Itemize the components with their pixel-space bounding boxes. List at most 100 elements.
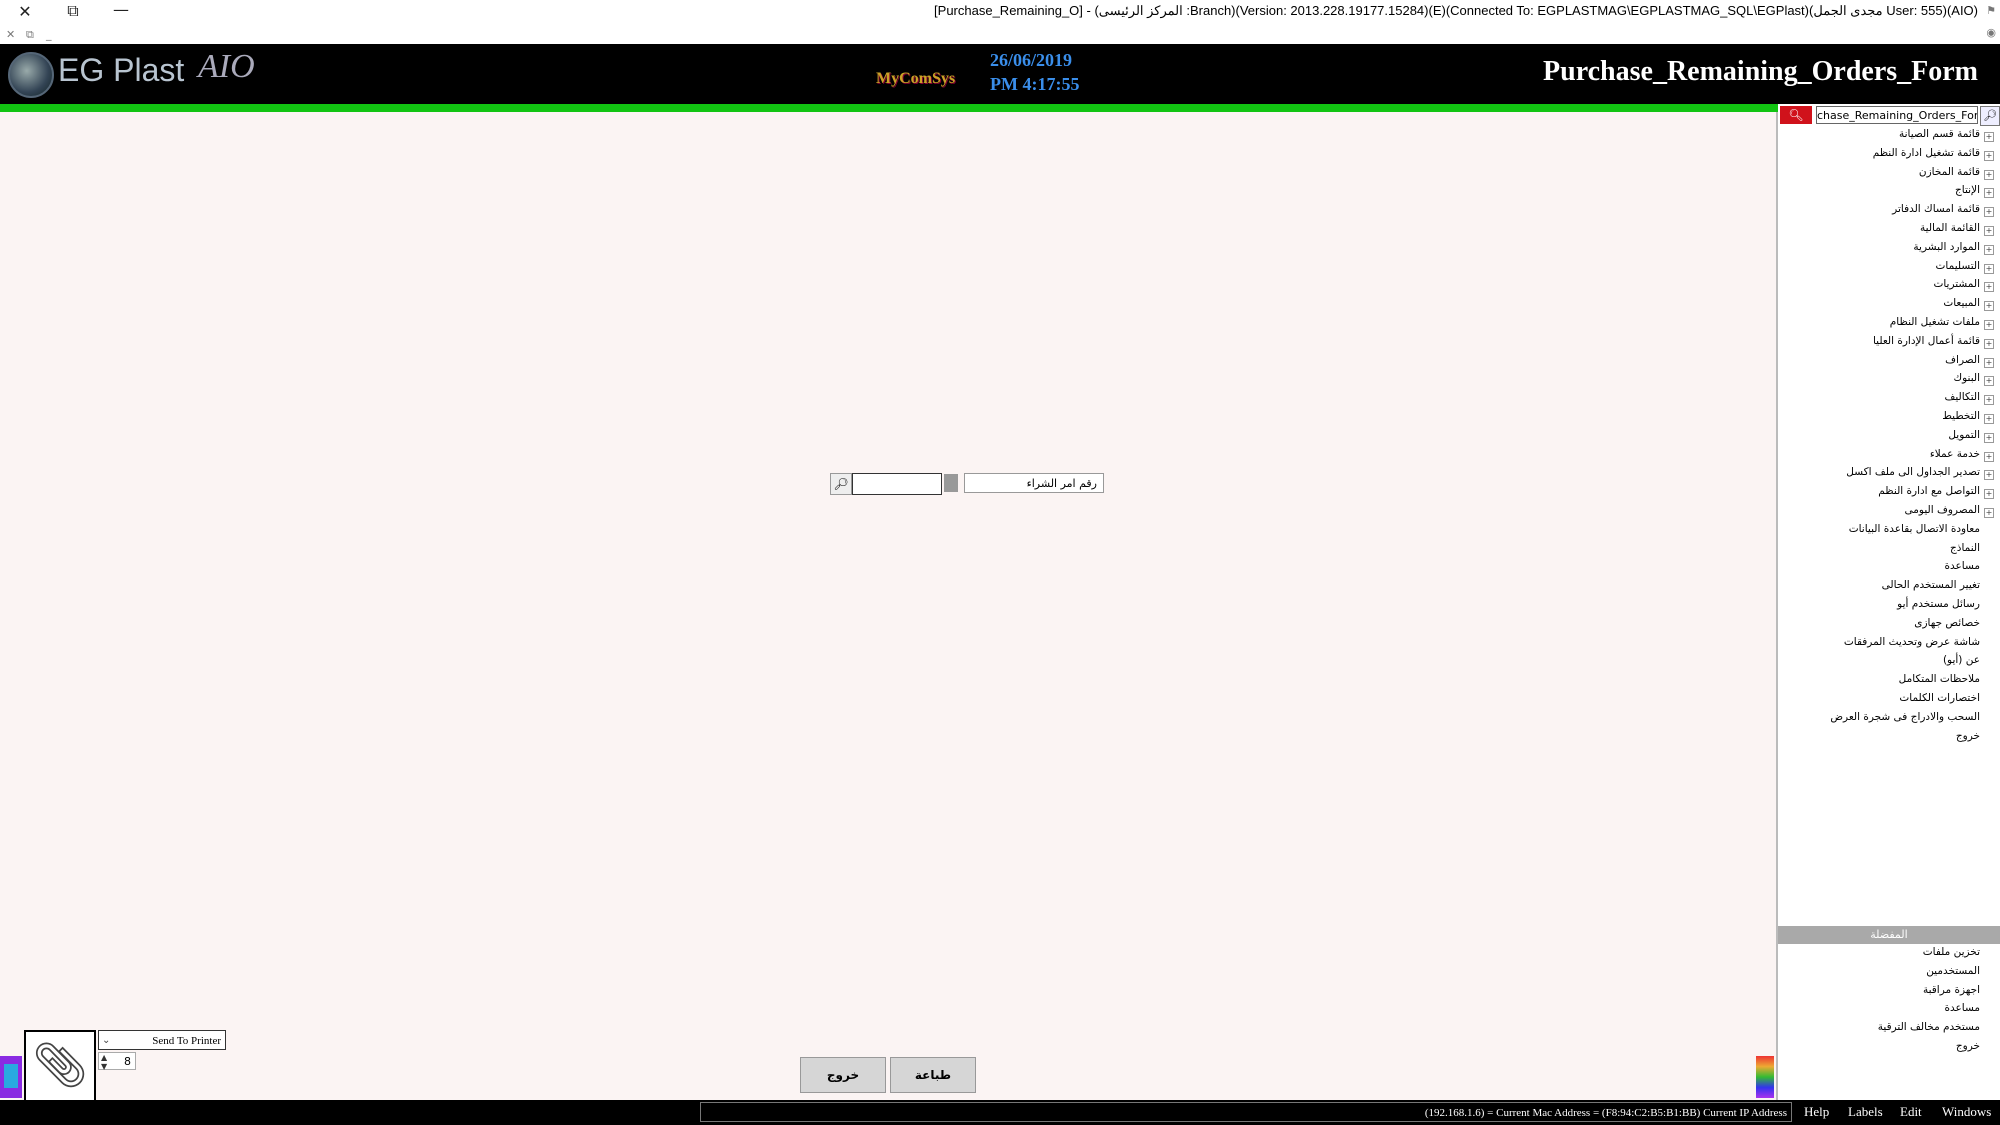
expand-icon[interactable]: + bbox=[1984, 395, 1994, 406]
expand-icon[interactable]: + bbox=[1984, 470, 1994, 481]
tree-item[interactable]: تغيير المستخدم الحالى bbox=[1782, 579, 1996, 598]
tree-item-label: اختصارات الكلمات bbox=[1899, 691, 1980, 704]
tree-item[interactable]: المشتريات + bbox=[1782, 278, 1996, 297]
favorite-item[interactable]: اجهزة مراقبة bbox=[1782, 984, 1996, 1003]
tree-item-label: التواصل مع ادارة النظم bbox=[1878, 485, 1980, 498]
expand-icon[interactable]: + bbox=[1984, 489, 1994, 500]
expand-icon[interactable]: + bbox=[1984, 244, 1994, 255]
favorite-item[interactable]: المستخدمين bbox=[1782, 965, 1996, 984]
menu-help[interactable]: Help bbox=[1804, 1104, 1829, 1120]
inner-restore-icon[interactable]: ⧉ bbox=[26, 28, 34, 42]
expand-icon[interactable]: + bbox=[1984, 507, 1994, 518]
tree-item[interactable]: رسائل مستخدم أيو bbox=[1782, 598, 1996, 617]
tree-item[interactable]: ملاحظات المتكامل bbox=[1782, 673, 1996, 692]
menu-edit[interactable]: Edit bbox=[1900, 1104, 1922, 1120]
progress-bar bbox=[0, 104, 1778, 112]
tree-item[interactable]: النماذج bbox=[1782, 542, 1996, 561]
favorite-item[interactable]: تخزين ملفات bbox=[1782, 946, 1996, 965]
expand-icon[interactable]: + bbox=[1984, 225, 1994, 236]
tree-item[interactable]: قائمة تشغيل ادارة النظم + bbox=[1782, 147, 1996, 166]
expand-icon[interactable]: + bbox=[1984, 338, 1994, 349]
expand-icon[interactable]: + bbox=[1984, 188, 1994, 199]
tree-item[interactable]: خدمة عملاء + bbox=[1782, 448, 1996, 467]
window-titlebar: ✕ ⧉ — ✕ ⧉ _ [Purchase_Remaining_O] - (ال… bbox=[0, 0, 2000, 44]
tree-item-label: رسائل مستخدم أيو bbox=[1897, 597, 1980, 610]
tree-item[interactable]: القائمة المالية + bbox=[1782, 222, 1996, 241]
search-go-icon[interactable]: 🔎︎ bbox=[1980, 106, 2000, 126]
restore-icon[interactable]: ⧉ bbox=[62, 1, 84, 21]
expand-icon[interactable]: + bbox=[1984, 319, 1994, 330]
expand-icon[interactable]: + bbox=[1984, 432, 1994, 443]
tree-item-label: ملفات تشغيل النظام bbox=[1889, 315, 1980, 328]
tree-item[interactable]: خصائص جهازى bbox=[1782, 617, 1996, 636]
attachment-button[interactable]: 📎︎ bbox=[24, 1030, 96, 1102]
network-info: (192.168.1.6) = Current Mac Address = (F… bbox=[700, 1102, 1792, 1122]
expand-icon[interactable]: + bbox=[1984, 413, 1994, 424]
search-icon[interactable]: 🔎︎ bbox=[830, 473, 852, 495]
print-button[interactable]: طباعة bbox=[890, 1057, 976, 1093]
tree-item-label: عن (أيو) bbox=[1942, 654, 1980, 667]
tree-item[interactable]: التكاليف + bbox=[1782, 391, 1996, 410]
expand-icon[interactable]: + bbox=[1984, 263, 1994, 274]
tree-item[interactable]: التواصل مع ادارة النظم + bbox=[1782, 485, 1996, 504]
menu-labels[interactable]: Labels bbox=[1848, 1104, 1883, 1120]
tree-item[interactable]: تصدير الجداول الى ملف اكسل + bbox=[1782, 466, 1996, 485]
favorite-item[interactable]: مستخدم مخالف الترقية bbox=[1782, 1021, 1996, 1040]
tree-item[interactable]: مساعدة bbox=[1782, 560, 1996, 579]
tree-item[interactable]: شاشة عرض وتحديث المرفقات bbox=[1782, 636, 1996, 655]
expand-icon[interactable]: + bbox=[1984, 207, 1994, 218]
expand-icon[interactable]: + bbox=[1984, 376, 1994, 387]
logo-icon bbox=[8, 52, 54, 98]
tree-item[interactable]: الإنتاج + bbox=[1782, 184, 1996, 203]
minimize-icon[interactable]: — bbox=[110, 0, 132, 19]
brand-logo: MyComSys bbox=[876, 70, 956, 87]
tree-item[interactable]: قائمة المخازن + bbox=[1782, 166, 1996, 185]
app-taskbar-icon[interactable] bbox=[0, 1056, 22, 1098]
sidebar: 🔍︎ chase_Remaining_Orders_Form 🔎︎ قائمة … bbox=[1778, 104, 2000, 1100]
expand-icon[interactable]: + bbox=[1984, 132, 1994, 142]
expand-icon[interactable]: + bbox=[1984, 451, 1994, 462]
tree-item-label: قائمة أعمال الإدارة العليا bbox=[1872, 334, 1980, 347]
tree-item[interactable]: قائمة امساك الدفاتر + bbox=[1782, 203, 1996, 222]
purchase-order-input[interactable] bbox=[852, 473, 942, 495]
copies-stepper[interactable]: ▲ ▼ 8 bbox=[98, 1052, 136, 1071]
tree-item[interactable]: خروج bbox=[1782, 730, 1996, 749]
search-button[interactable]: 🔍︎ bbox=[1780, 106, 1812, 124]
expand-icon[interactable]: + bbox=[1984, 282, 1994, 293]
exit-button[interactable]: خروج bbox=[800, 1057, 886, 1093]
expand-icon[interactable]: + bbox=[1984, 357, 1994, 368]
print-target-select[interactable]: ⌄ Send To Printer bbox=[98, 1030, 226, 1050]
expand-icon[interactable]: + bbox=[1984, 301, 1994, 312]
tree-item[interactable]: التخطيط + bbox=[1782, 410, 1996, 429]
app-small-icon: ◉ bbox=[1986, 26, 1996, 39]
spinner-icon[interactable]: ▲ ▼ bbox=[101, 1053, 107, 1071]
tree-item[interactable]: المصروف اليومى + bbox=[1782, 504, 1996, 523]
tree-item[interactable]: قائمة أعمال الإدارة العليا + bbox=[1782, 335, 1996, 354]
paperclip-icon: 📎︎ bbox=[32, 1040, 88, 1091]
tree-item[interactable]: معاودة الاتصال بقاعدة البيانات bbox=[1782, 523, 1996, 542]
tree-item[interactable]: اختصارات الكلمات bbox=[1782, 692, 1996, 711]
tree-item[interactable]: البنوك + bbox=[1782, 372, 1996, 391]
tree-item[interactable]: الموارد البشرية + bbox=[1782, 241, 1996, 260]
tree-item[interactable]: ملفات تشغيل النظام + bbox=[1782, 316, 1996, 335]
tree-item[interactable]: الصراف + bbox=[1782, 354, 1996, 373]
inner-close-icon[interactable]: ✕ bbox=[6, 28, 15, 41]
menu-windows[interactable]: Windows bbox=[1942, 1104, 1991, 1120]
tree-item[interactable]: قائمة قسم الصيانة + bbox=[1782, 128, 1996, 147]
sidebar-search-input[interactable]: chase_Remaining_Orders_Form bbox=[1816, 106, 1978, 124]
tree-item[interactable]: عن (أيو) bbox=[1782, 654, 1996, 673]
colors-icon[interactable] bbox=[1756, 1056, 1774, 1098]
expand-icon[interactable]: + bbox=[1984, 150, 1994, 161]
tree-item-label: الصراف bbox=[1945, 353, 1980, 366]
favorite-item[interactable]: مساعدة bbox=[1782, 1002, 1996, 1021]
tree-item[interactable]: التمويل + bbox=[1782, 429, 1996, 448]
lookup-button[interactable] bbox=[944, 474, 958, 492]
tree-item[interactable]: التسليمات + bbox=[1782, 260, 1996, 279]
tree-item[interactable]: السحب والادراج فى شجرة العرض bbox=[1782, 711, 1996, 730]
close-icon[interactable]: ✕ bbox=[14, 2, 36, 21]
favorite-item[interactable]: خروج bbox=[1782, 1040, 1996, 1059]
inner-minimize-icon[interactable]: _ bbox=[46, 28, 52, 41]
tree-item[interactable]: المبيعات + bbox=[1782, 297, 1996, 316]
tree-item-label: المبيعات bbox=[1943, 297, 1980, 310]
expand-icon[interactable]: + bbox=[1984, 169, 1994, 180]
